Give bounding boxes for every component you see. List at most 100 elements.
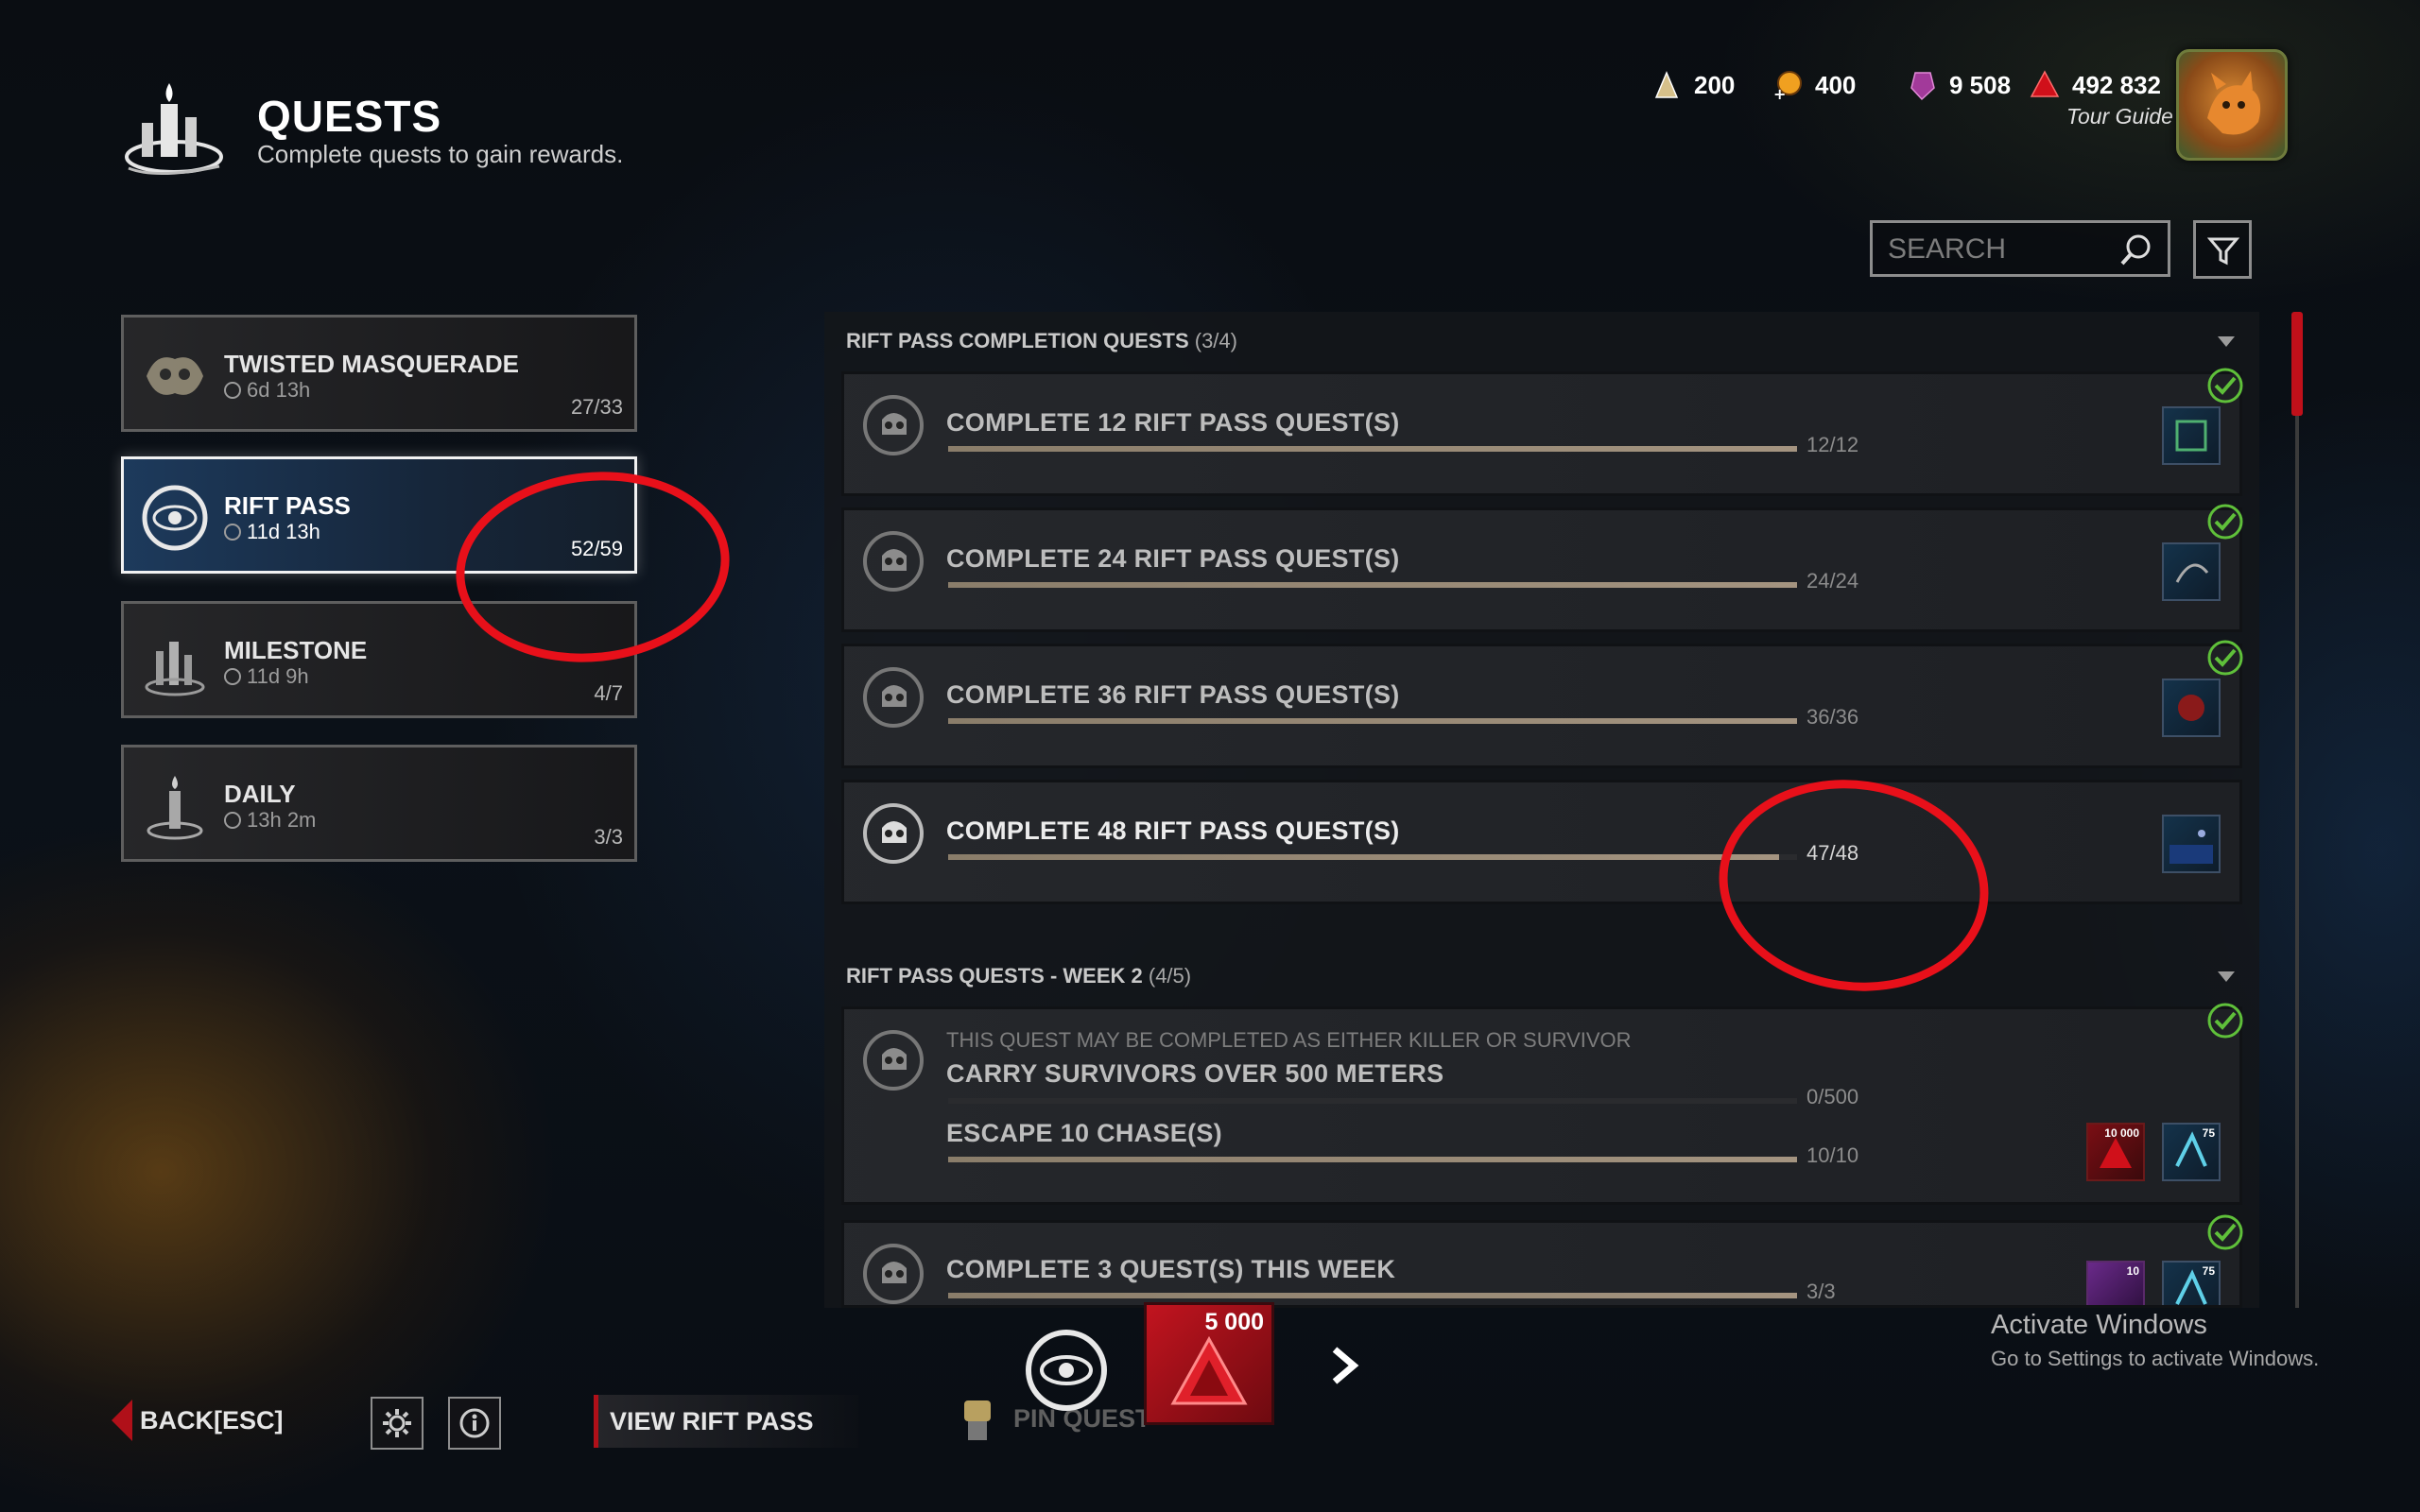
completed-check-icon	[2206, 1213, 2244, 1251]
filter-icon	[2206, 234, 2240, 271]
activate-windows-hint: Go to Settings to activate Windows.	[1991, 1347, 2320, 1370]
clock-icon	[224, 524, 241, 541]
clock-icon	[224, 812, 241, 829]
category-daily[interactable]: DAILY 13h 2m 3/3	[121, 745, 637, 862]
category-name: RIFT PASS	[224, 491, 351, 520]
bonus-bloodpoints-counter: + 400	[1772, 64, 1856, 106]
svg-text:+: +	[1773, 85, 1786, 101]
category-name: DAILY	[224, 780, 296, 808]
search-box[interactable]	[1870, 220, 2170, 277]
category-count: 4/7	[594, 681, 623, 705]
bloodpoints-counter: 492 832	[2029, 64, 2161, 106]
bloodpoints-value: 492 832	[2072, 70, 2161, 99]
quest-title: COMPLETE 48 RIFT PASS QUEST(S)	[946, 816, 1400, 845]
clock-icon	[224, 382, 241, 399]
quest-reward-item[interactable]	[2162, 679, 2221, 737]
clock-icon	[224, 668, 241, 685]
completed-check-icon	[2206, 367, 2244, 404]
search-icon[interactable]	[2118, 232, 2154, 268]
activate-windows-title: Activate Windows	[1991, 1310, 2207, 1340]
quest-row[interactable]: COMPLETE 3 QUEST(S) THIS WEEK 3/3 10 75	[841, 1220, 2242, 1308]
category-timer: 11d 9h	[224, 664, 309, 689]
quest-title: CARRY SURVIVORS OVER 500 METERS	[946, 1059, 1444, 1088]
filter-button[interactable]	[2193, 220, 2252, 279]
rift-skull-icon	[856, 524, 931, 599]
category-name: MILESTONE	[224, 636, 368, 664]
quest-title: COMPLETE 12 RIFT PASS QUEST(S)	[946, 408, 1400, 437]
rift-skull-icon	[856, 1236, 931, 1305]
rift-fragment-icon	[1651, 69, 1683, 101]
quest-progress-fill	[948, 718, 1797, 724]
rift-skull-icon	[856, 796, 931, 871]
quest-row[interactable]: COMPLETE 48 RIFT PASS QUEST(S) 47/48	[841, 780, 2242, 904]
quest-row[interactable]: THIS QUEST MAY BE COMPLETED AS EITHER KI…	[841, 1006, 2242, 1205]
auric-cells-icon	[1906, 69, 1938, 101]
quest-progress-count: 0/500	[1806, 1085, 1859, 1108]
quest-progress-bar	[948, 854, 1797, 860]
collapse-caret-icon[interactable]	[2218, 336, 2235, 347]
quest-row[interactable]: COMPLETE 36 RIFT PASS QUEST(S) 36/36	[841, 644, 2242, 768]
bloodpoints-reward[interactable]: 10 000	[2086, 1123, 2145, 1181]
scrollbar-thumb[interactable]	[2291, 312, 2303, 416]
rift-skull-icon	[856, 1022, 931, 1098]
completed-check-icon	[2206, 503, 2244, 541]
quest-title-secondary: ESCAPE 10 CHASE(S)	[946, 1119, 1222, 1147]
quest-note: THIS QUEST MAY BE COMPLETED AS EITHER KI…	[946, 1028, 1632, 1052]
quest-progress-fill	[948, 854, 1780, 860]
quest-progress-bar	[948, 446, 1797, 452]
category-name: TWISTED MASQUERADE	[224, 350, 519, 378]
quest-progress-fill	[948, 1157, 1797, 1162]
quests-logo-icon	[119, 76, 229, 185]
bonus-bloodpoints-icon: +	[1772, 69, 1804, 103]
category-count: 3/3	[594, 825, 623, 849]
collapse-caret-icon[interactable]	[2218, 971, 2235, 982]
view-rift-pass-button[interactable]: VIEW RIFT PASS	[594, 1395, 858, 1448]
player-avatar[interactable]	[2176, 49, 2288, 161]
next-reward-button[interactable]	[1299, 1323, 1393, 1408]
quest-row[interactable]: COMPLETE 12 RIFT PASS QUEST(S) 12/12	[841, 371, 2242, 496]
rift-fragment-counter: 200	[1651, 64, 1735, 106]
scrollbar-track[interactable]	[2295, 312, 2299, 1308]
quest-progress-bar	[948, 1157, 1797, 1162]
rift-pass-reward-preview[interactable]: 5 000	[1144, 1302, 1274, 1425]
quest-progress-fill	[948, 1293, 1797, 1298]
bloodpoints-icon	[2029, 69, 2061, 101]
quest-progress-count: 24/24	[1806, 569, 1859, 593]
search-input[interactable]	[1886, 232, 2117, 266]
activate-windows-watermark: Activate Windows Go to Settings to activ…	[1991, 1310, 2319, 1371]
info-icon	[458, 1407, 491, 1444]
gear-icon	[381, 1407, 413, 1444]
quest-reward-item[interactable]	[2162, 406, 2221, 465]
category-timer: 11d 13h	[224, 520, 320, 544]
rift-pass-icon	[137, 480, 213, 556]
section-header-week-2[interactable]: RIFT PASS QUESTS - WEEK 2 (4/5)	[846, 964, 1191, 988]
category-twisted-masquerade[interactable]: TWISTED MASQUERADE 6d 13h 27/33	[121, 315, 637, 432]
section-header-completion[interactable]: RIFT PASS COMPLETION QUESTS (3/4)	[846, 329, 1237, 353]
player-title: Tour Guide	[2066, 104, 2173, 129]
quest-progress-count: 36/36	[1806, 705, 1859, 729]
bonus-bloodpoints-value: 400	[1815, 70, 1857, 99]
quest-progress-bar	[948, 582, 1797, 588]
category-timer: 13h 2m	[224, 808, 316, 833]
milestone-icon	[137, 625, 213, 700]
completed-check-icon	[2206, 1002, 2244, 1040]
quest-progress-count: 10/10	[1806, 1143, 1859, 1167]
quest-title: COMPLETE 24 RIFT PASS QUEST(S)	[946, 544, 1400, 573]
rift-skull-icon	[856, 660, 931, 735]
auric-cells-reward[interactable]: 10	[2086, 1261, 2145, 1305]
quest-progress-bar	[948, 718, 1797, 724]
settings-button[interactable]	[371, 1397, 424, 1450]
quest-row[interactable]: COMPLETE 24 RIFT PASS QUEST(S) 24/24	[841, 507, 2242, 632]
page-subtitle: Complete quests to gain rewards.	[257, 140, 624, 168]
rift-fragment-reward[interactable]: 75	[2162, 1261, 2221, 1305]
auric-cells-value: 9 508	[1949, 70, 2012, 99]
masquerade-icon	[137, 338, 213, 414]
quest-reward-item[interactable]	[2162, 815, 2221, 873]
info-button[interactable]	[448, 1397, 501, 1450]
quest-reward-item[interactable]	[2162, 542, 2221, 601]
category-count: 27/33	[570, 395, 623, 419]
rift-fragment-reward[interactable]: 75	[2162, 1123, 2221, 1181]
back-shortcut: [ESC]	[214, 1405, 284, 1435]
daily-candle-icon	[137, 768, 213, 844]
back-button[interactable]: BACK [ESC]	[112, 1395, 284, 1446]
